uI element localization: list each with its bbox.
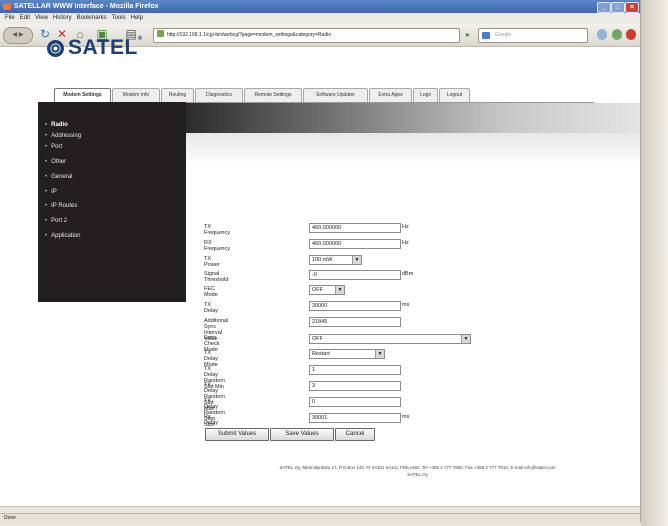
logo-text: SATEL	[68, 36, 138, 59]
sidebar-item-radio[interactable]: • Radio	[45, 122, 68, 128]
dropdown-arrow-icon: ▼	[335, 286, 344, 294]
search-placeholder: Google	[495, 32, 512, 38]
header-banner-light	[186, 133, 640, 161]
tx-frequency-input[interactable]: 460.000000	[309, 223, 401, 233]
menu-help[interactable]: Help	[131, 13, 143, 24]
sidebar-item-general[interactable]: • General	[45, 174, 72, 180]
maximize-icon[interactable]: □	[611, 2, 625, 13]
bullet-icon: •	[45, 133, 48, 139]
bullet-icon: •	[45, 159, 48, 165]
sidebar-item-ip[interactable]: • IP	[45, 189, 57, 195]
form-label: Rx Delay	[204, 414, 219, 426]
bullet-icon: •	[45, 144, 48, 150]
sidebar-item-port-2[interactable]: • Port 2	[45, 218, 67, 224]
tx-delay-input[interactable]: 20000	[309, 301, 401, 311]
dropdown-arrow-icon: ▼	[352, 256, 361, 264]
form-label: TX Power	[204, 256, 220, 268]
form-unit: dBm	[402, 271, 414, 277]
title-bar: SATELLAR WWW Interface - Mozilla Firefox…	[0, 0, 640, 13]
sidebar-item-addressing[interactable]: • Addressing	[45, 133, 81, 139]
tab-logs[interactable]: Logs	[413, 88, 438, 102]
footer-company: SATEL Oy	[407, 472, 428, 477]
save-values-button[interactable]: Save Values	[270, 428, 334, 441]
tx-power-select[interactable]: 100 mW ▼	[309, 255, 362, 265]
bullet-icon: •	[45, 233, 48, 239]
form-label: TX Frequency	[204, 224, 230, 236]
url-text: http://192.168.1.1/cgi-bin/webcgi?page=m…	[167, 32, 331, 38]
dropdown-arrow-icon: ▼	[375, 350, 384, 358]
random-step-size-input[interactable]: 0	[309, 397, 401, 407]
rx-frequency-input[interactable]: 460.000000	[309, 239, 401, 249]
tab-software-updater[interactable]: Software Updater	[303, 88, 368, 102]
random-slot-max-input[interactable]: 3	[309, 381, 401, 391]
bullet-icon: •	[45, 174, 48, 180]
bullet-icon: •	[45, 218, 48, 224]
bullet-icon: •	[45, 189, 48, 195]
sidebar: • Radio • Addressing • Port • Other • General…	[38, 102, 186, 302]
go-icon[interactable]: ▸	[462, 27, 474, 42]
form-label: FEC Mode	[204, 286, 218, 298]
sidebar-item-other[interactable]: • Other	[45, 159, 66, 165]
header-banner	[186, 103, 640, 133]
sidebar-item-application[interactable]: • Application	[45, 233, 80, 239]
search-engine-icon[interactable]	[482, 32, 490, 39]
adblock-icon[interactable]	[626, 29, 636, 40]
status-text: Done	[4, 515, 16, 521]
tab-routing[interactable]: Routing	[161, 88, 194, 102]
bullet-icon: •	[45, 203, 48, 209]
site-favicon-icon	[157, 30, 164, 37]
tab-extra-apps[interactable]: Extra Apps	[369, 88, 412, 102]
sidebar-item-ip-routes[interactable]: • IP Routes	[45, 203, 77, 209]
menu-history[interactable]: History	[53, 13, 72, 24]
url-bar[interactable]: http://192.168.1.1/cgi-bin/webcgi?page=m…	[153, 28, 460, 43]
footer-address: SATEL Oy, Meriniitynkatu 17, P.O.Box 142…	[279, 465, 556, 470]
form-unit: ms	[402, 302, 410, 308]
background-page-edge	[641, 0, 668, 526]
tab-modem-settings[interactable]: Modem Settings	[54, 88, 111, 102]
horizontal-scrollbar[interactable]	[0, 506, 640, 513]
error-check-mode-select[interactable]: OFF ▼	[309, 334, 471, 344]
menu-tools[interactable]: Tools	[112, 13, 126, 24]
satel-logo: SATEL®	[47, 36, 143, 60]
signal-threshold-input[interactable]: -0	[309, 270, 401, 280]
satel-logo-mark-icon	[47, 40, 64, 57]
back-button[interactable]: ◀ ▶	[3, 27, 33, 44]
status-bar: Done	[0, 513, 640, 522]
submit-values-button[interactable]: Submit Values	[205, 428, 269, 441]
form-unit: Hz	[402, 224, 409, 230]
dropdown-arrow-icon: ▼	[461, 335, 470, 343]
tab-diagnostics[interactable]: Diagnostics	[195, 88, 243, 102]
form-label: TX Delay	[204, 302, 219, 314]
main-tabs: Modem Settings Modem Info Routing Diagno…	[54, 88, 574, 103]
rx-delay-input[interactable]: 30001	[309, 413, 401, 423]
menu-edit[interactable]: Edit	[20, 13, 30, 24]
fec-mode-select[interactable]: OFF ▼	[309, 285, 345, 295]
close-icon[interactable]: ×	[625, 2, 639, 13]
firefox-icon	[3, 3, 11, 10]
addon-icon[interactable]	[597, 29, 607, 40]
search-box[interactable]: Google	[478, 28, 588, 43]
form-unit: ms	[402, 414, 410, 420]
random-slot-min-input[interactable]: 1	[309, 365, 401, 375]
bullet-icon: •	[45, 122, 48, 128]
cancel-button[interactable]: Cancel	[335, 428, 375, 441]
tab-logout[interactable]: Logout	[439, 88, 470, 102]
sidebar-item-port[interactable]: • Port	[45, 144, 62, 150]
tab-modem-info[interactable]: Modem Info	[112, 88, 160, 102]
minimize-icon[interactable]: _	[597, 2, 611, 13]
tx-delay-mode-select[interactable]: Restart ▼	[309, 349, 385, 359]
addon-icon-2[interactable]	[612, 29, 622, 40]
menu-bookmarks[interactable]: Bookmarks	[77, 13, 107, 24]
menu-file[interactable]: File	[5, 13, 15, 24]
browser-window: SATELLAR WWW Interface - Mozilla Firefox…	[0, 0, 641, 522]
menu-view[interactable]: View	[35, 13, 48, 24]
form-label: RX Frequency	[204, 240, 230, 252]
sync-interval-input[interactable]: 21845	[309, 317, 401, 327]
tab-remote-settings[interactable]: Remote Settings	[244, 88, 302, 102]
form-unit: Hz	[402, 240, 409, 246]
form-label: Signal Threshold	[204, 271, 229, 283]
window-title: SATELLAR WWW Interface - Mozilla Firefox	[14, 3, 159, 10]
